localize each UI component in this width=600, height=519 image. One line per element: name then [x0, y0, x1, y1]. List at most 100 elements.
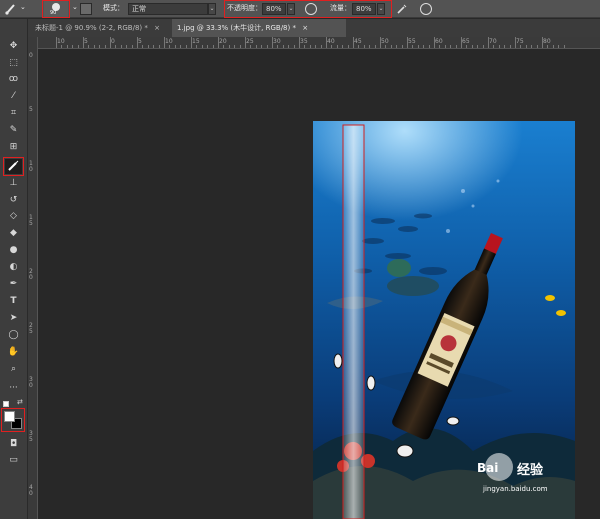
ruler-number: 10: [57, 38, 65, 45]
zoom-tool-icon[interactable]: ⌕: [5, 362, 22, 377]
ruler-tick: [520, 45, 522, 48]
ruler-tick: [428, 45, 430, 48]
healing-brush-tool-icon[interactable]: ⊞: [5, 140, 22, 155]
ruler-tick: [153, 45, 155, 48]
ruler-tick: [66, 45, 68, 48]
mode-select[interactable]: 正常: [128, 3, 208, 15]
brush-size-dropdown-icon[interactable]: ⌄: [72, 3, 78, 12]
magic-wand-tool-icon[interactable]: ⁄: [5, 89, 22, 104]
ruler-tick: [385, 45, 387, 48]
ruler-tick: [120, 45, 122, 48]
ruler-tick: [115, 45, 117, 48]
ruler-tick: [509, 45, 511, 48]
brush-preset-icon[interactable]: [4, 2, 18, 16]
swap-colors-icon[interactable]: ⇄: [17, 398, 23, 406]
blur-tool-icon[interactable]: ●: [5, 243, 22, 258]
flow-field[interactable]: 80%: [352, 3, 376, 15]
ruler-tick: [542, 37, 543, 48]
ruler-tick: [461, 37, 462, 48]
ruler-number: 50: [381, 38, 389, 45]
history-brush-tool-icon[interactable]: ↺: [5, 193, 22, 208]
ruler-tick: [401, 45, 403, 48]
more-tools-icon[interactable]: ···: [5, 381, 22, 396]
opacity-field[interactable]: 80%: [262, 3, 286, 15]
ruler-tick: [72, 45, 74, 48]
marquee-tool-icon[interactable]: ⬚: [5, 56, 22, 71]
ruler-tick: [320, 45, 322, 48]
ruler-tick: [315, 45, 317, 48]
ruler-tick: [164, 37, 165, 48]
opacity-value: 80%: [266, 5, 282, 13]
default-colors-icon[interactable]: [3, 401, 9, 407]
ruler-tick: [131, 45, 133, 48]
ruler-tick: [110, 37, 111, 48]
ruler-tick: [272, 37, 273, 48]
move-tool-icon[interactable]: ✥: [5, 39, 22, 54]
ruler-tick: [99, 45, 101, 48]
ruler-tick: [444, 45, 446, 48]
ruler-tick: [363, 45, 365, 48]
crop-tool-icon[interactable]: ⌗: [5, 106, 22, 121]
ruler-tick: [552, 45, 554, 48]
document-image[interactable]: Bai 经验 jingyan.baidu.com: [313, 121, 575, 519]
paint-bucket-tool-icon[interactable]: ◆: [5, 226, 22, 241]
ruler-number: 3 0: [29, 376, 33, 389]
tab-close-icon[interactable]: ×: [302, 24, 308, 32]
ruler-tick: [255, 45, 257, 48]
ruler-number: 40: [327, 38, 335, 45]
clone-stamp-tool-icon[interactable]: ⊥: [5, 176, 22, 191]
lasso-tool-icon[interactable]: ꝏ: [5, 72, 22, 87]
tab-untitled-1[interactable]: 未标题-1 @ 90.9% (2-2, RGB/8) * ×: [30, 19, 170, 37]
ruler-tick: [56, 37, 57, 48]
airbrush-icon[interactable]: [396, 3, 408, 15]
size-pressure-icon[interactable]: [420, 3, 432, 15]
ruler-tick: [380, 37, 381, 48]
ruler-tick: [358, 45, 360, 48]
ruler-tick: [353, 37, 354, 48]
path-selection-tool-icon[interactable]: ➤: [5, 311, 22, 326]
ruler-tick: [558, 45, 560, 48]
ellipse-tool-icon[interactable]: ◯: [5, 328, 22, 343]
ruler-number: 10: [165, 38, 173, 45]
ruler-tick: [498, 45, 500, 48]
ruler-tick: [488, 37, 489, 48]
ruler-number: 80: [543, 38, 551, 45]
ruler-tick: [439, 45, 441, 48]
ruler-tick: [390, 45, 392, 48]
hand-tool-icon[interactable]: ✋: [5, 345, 22, 360]
preset-dropdown-arrow-icon[interactable]: ⌄: [20, 3, 26, 12]
eyedropper-tool-icon[interactable]: ✎: [5, 123, 22, 138]
ruler-number: 1 5: [29, 214, 33, 227]
ruler-tick: [504, 45, 506, 48]
ruler-tick: [137, 37, 138, 48]
eraser-tool-icon[interactable]: ◇: [5, 209, 22, 224]
screen-mode-icon[interactable]: ▭: [5, 453, 22, 468]
type-tool-icon[interactable]: T: [5, 294, 22, 309]
ruler-tick: [93, 45, 95, 48]
ruler-tick: [423, 45, 425, 48]
ruler-tick: [396, 45, 398, 48]
dodge-tool-icon[interactable]: ◐: [5, 260, 22, 275]
ruler-number: 55: [408, 38, 416, 45]
tab-close-icon[interactable]: ×: [154, 24, 160, 32]
tab-1-jpg[interactable]: 1.jpg @ 33.3% (木牛设计, RGB/8) * ×: [172, 19, 346, 37]
ruler-tick: [142, 45, 144, 48]
mode-dropdown-icon[interactable]: ⌄: [208, 3, 216, 15]
ruler-number: 75: [516, 38, 524, 45]
ruler-tick: [83, 37, 84, 48]
pen-tool-icon[interactable]: ✒: [5, 277, 22, 292]
ruler-tick: [158, 45, 160, 48]
opacity-dropdown-icon[interactable]: ⌄: [287, 3, 295, 15]
flow-dropdown-icon[interactable]: ⌄: [377, 3, 385, 15]
ruler-tick: [369, 45, 371, 48]
ruler-tick: [234, 45, 236, 48]
ruler-tick: [104, 45, 106, 48]
ruler-tick: [191, 37, 192, 48]
ruler-tick: [304, 45, 306, 48]
brush-panel-toggle-icon[interactable]: [80, 3, 92, 15]
quick-mask-icon[interactable]: ◘: [5, 437, 22, 452]
opacity-pressure-icon[interactable]: [305, 3, 317, 15]
ruler-tick: [266, 45, 268, 48]
ruler-number: 4 0: [29, 484, 33, 497]
ruler-tick: [207, 45, 209, 48]
